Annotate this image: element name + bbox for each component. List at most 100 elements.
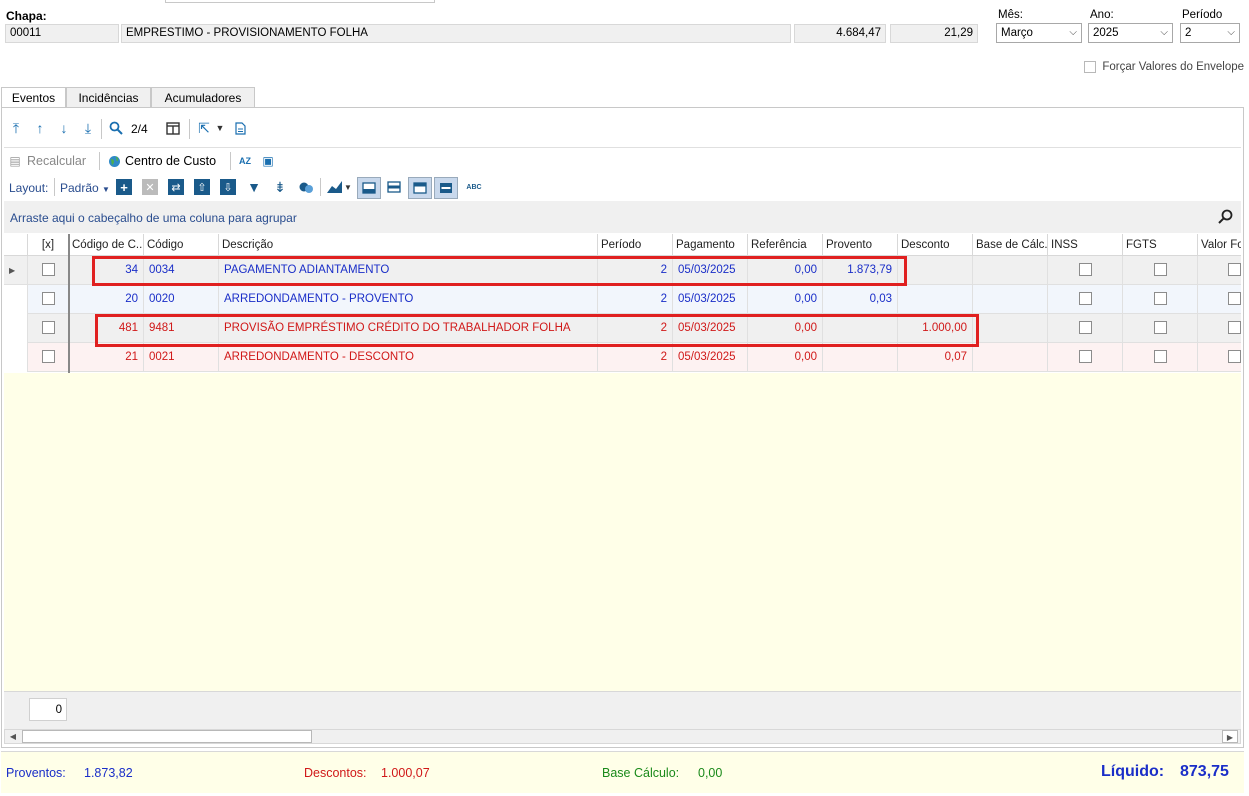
fgts-cell[interactable] xyxy=(1123,343,1198,372)
tab-acumuladores[interactable]: Acumuladores xyxy=(151,87,255,108)
pagamento-cell: 05/03/2025 xyxy=(673,285,748,314)
abc-icon[interactable]: ABC xyxy=(464,179,484,195)
download-layout-icon[interactable]: ⇩ xyxy=(220,179,236,195)
totals-footer: Proventos: 1.873,82 Descontos: 1.000,07 … xyxy=(1,751,1244,793)
centro-custo-button[interactable]: Centro de Custo xyxy=(125,154,216,168)
fgts-checkbox[interactable] xyxy=(1153,350,1167,363)
export-dropdown-icon[interactable]: ▼ xyxy=(215,119,225,137)
next-record-button[interactable]: ↓ xyxy=(56,119,72,137)
row-select-checkbox[interactable] xyxy=(41,292,55,305)
inss-cell[interactable] xyxy=(1048,343,1123,372)
ano-select[interactable]: 2025 ⌵ xyxy=(1088,23,1173,43)
forcar-valores-checkbox[interactable]: Forçar Valores do Envelope xyxy=(1084,59,1244,73)
valor-fo-cell[interactable] xyxy=(1198,285,1241,314)
valor-fo-checkbox[interactable] xyxy=(1228,350,1241,363)
liquido-value: 873,75 xyxy=(1180,763,1229,780)
forcar-checkbox-box[interactable] xyxy=(1084,60,1096,73)
inss-cell[interactable] xyxy=(1048,256,1123,285)
fgts-checkbox[interactable] xyxy=(1153,292,1167,305)
table-row[interactable]: ▶ 34 0034 PAGAMENTO ADIANTAMENTO 2 05/03… xyxy=(4,256,1241,285)
chart-icon[interactable] xyxy=(326,179,344,195)
desconto-cell: 1.000,00 xyxy=(898,314,973,343)
column-header-provento[interactable]: Provento xyxy=(823,234,898,256)
first-record-button[interactable]: ⤒ xyxy=(8,119,24,137)
fgts-cell[interactable] xyxy=(1123,256,1198,285)
column-header-inss[interactable]: INSS xyxy=(1048,234,1123,256)
row-select-cell[interactable] xyxy=(28,285,69,314)
row-select-cell[interactable] xyxy=(28,343,69,372)
fgts-checkbox[interactable] xyxy=(1153,321,1167,334)
unpin-icon[interactable]: ⇟ xyxy=(272,179,288,195)
valor-fo-cell[interactable] xyxy=(1198,343,1241,372)
salary-value-field[interactable]: 4.684,47 xyxy=(794,24,886,43)
pin-icon[interactable]: ▼ xyxy=(246,179,262,195)
column-header-periodo[interactable]: Período xyxy=(598,234,673,256)
grid-search-icon[interactable] xyxy=(1216,207,1234,225)
tab-incidencias[interactable]: Incidências xyxy=(66,87,151,108)
column-header-pagamento[interactable]: Pagamento xyxy=(673,234,748,256)
rename-layout-icon[interactable]: ⇄ xyxy=(168,179,184,195)
column-header-valor-fo[interactable]: Valor Fo xyxy=(1198,234,1241,256)
row-indicator: ▶ xyxy=(4,256,28,285)
scroll-right-arrow[interactable]: ▶ xyxy=(1222,730,1238,743)
recalcular-button[interactable]: Recalcular xyxy=(27,154,86,168)
report-icon[interactable]: ▣ xyxy=(260,152,276,170)
valor-fo-cell[interactable] xyxy=(1198,314,1241,343)
inss-cell[interactable] xyxy=(1048,314,1123,343)
table-row[interactable]: 21 0021 ARREDONDAMENTO - DESCONTO 2 05/0… xyxy=(4,343,1241,372)
export-icon[interactable]: ⇱ xyxy=(195,119,213,137)
fgts-checkbox[interactable] xyxy=(1153,263,1167,276)
valor-fo-checkbox[interactable] xyxy=(1228,263,1241,276)
table-row[interactable]: 20 0020 ARREDONDAMENTO - PROVENTO 2 05/0… xyxy=(4,285,1241,314)
periodo-select[interactable]: 2 ⌵ xyxy=(1180,23,1240,43)
table-row[interactable]: 481 9481 PROVISÃO EMPRÉSTIMO CRÉDITO DO … xyxy=(4,314,1241,343)
layout-dropdown[interactable]: Padrão ▼ xyxy=(60,181,110,195)
column-header-base-calculo[interactable]: Base de Cálc... xyxy=(973,234,1048,256)
chart-dropdown-icon[interactable]: ▼ xyxy=(344,179,352,195)
column-header-fgts[interactable]: FGTS xyxy=(1123,234,1198,256)
mes-select[interactable]: Março ⌵ xyxy=(996,23,1082,43)
fgts-cell[interactable] xyxy=(1123,285,1198,314)
document-icon[interactable] xyxy=(232,119,248,137)
inss-checkbox[interactable] xyxy=(1078,321,1092,334)
valor-fo-cell[interactable] xyxy=(1198,256,1241,285)
header-view-icon[interactable] xyxy=(408,177,432,199)
column-header-referencia[interactable]: Referência xyxy=(748,234,823,256)
row-select-cell[interactable] xyxy=(28,314,69,343)
sort-az-icon[interactable]: AZ xyxy=(236,152,254,170)
inss-checkbox[interactable] xyxy=(1078,350,1092,363)
valor-fo-checkbox[interactable] xyxy=(1228,292,1241,305)
last-record-button[interactable]: ⤓ xyxy=(80,119,96,137)
column-header-select[interactable]: [x] xyxy=(28,234,69,256)
filter-row-view-icon[interactable] xyxy=(434,177,458,199)
column-header-codigo-c[interactable]: Código de C... xyxy=(69,234,144,256)
search-icon[interactable] xyxy=(107,119,125,137)
scroll-thumb[interactable] xyxy=(22,730,312,743)
color-icon[interactable] xyxy=(298,179,314,195)
columns-icon[interactable] xyxy=(164,119,182,137)
column-header-codigo[interactable]: Código xyxy=(144,234,219,256)
row-select-cell[interactable] xyxy=(28,256,69,285)
column-header-descricao[interactable]: Descrição xyxy=(219,234,598,256)
row-select-checkbox[interactable] xyxy=(41,263,55,276)
row-select-checkbox[interactable] xyxy=(41,350,55,363)
row-select-checkbox[interactable] xyxy=(41,321,55,334)
group-view-icon[interactable] xyxy=(385,179,403,195)
chapa-code-field[interactable]: 00011 xyxy=(5,24,119,43)
fgts-cell[interactable] xyxy=(1123,314,1198,343)
hours-value-field[interactable]: 21,29 xyxy=(890,24,978,43)
upload-layout-icon[interactable]: ⇧ xyxy=(194,179,210,195)
add-layout-icon[interactable]: + xyxy=(116,179,132,195)
group-by-bar[interactable]: Arraste aqui o cabeçalho de uma coluna p… xyxy=(4,201,1241,233)
tab-eventos[interactable]: Eventos xyxy=(1,87,66,109)
chapa-description-field[interactable]: EMPRESTIMO - PROVISIONAMENTO FOLHA xyxy=(121,24,791,43)
column-header-desconto[interactable]: Desconto xyxy=(898,234,973,256)
previous-record-button[interactable]: ↑ xyxy=(32,119,48,137)
valor-fo-checkbox[interactable] xyxy=(1228,321,1241,334)
inss-cell[interactable] xyxy=(1048,285,1123,314)
footer-view-icon[interactable] xyxy=(357,177,381,199)
record-count-field[interactable]: 0 xyxy=(29,698,67,721)
inss-checkbox[interactable] xyxy=(1078,263,1092,276)
inss-checkbox[interactable] xyxy=(1078,292,1092,305)
scroll-left-arrow[interactable]: ◀ xyxy=(5,730,21,743)
